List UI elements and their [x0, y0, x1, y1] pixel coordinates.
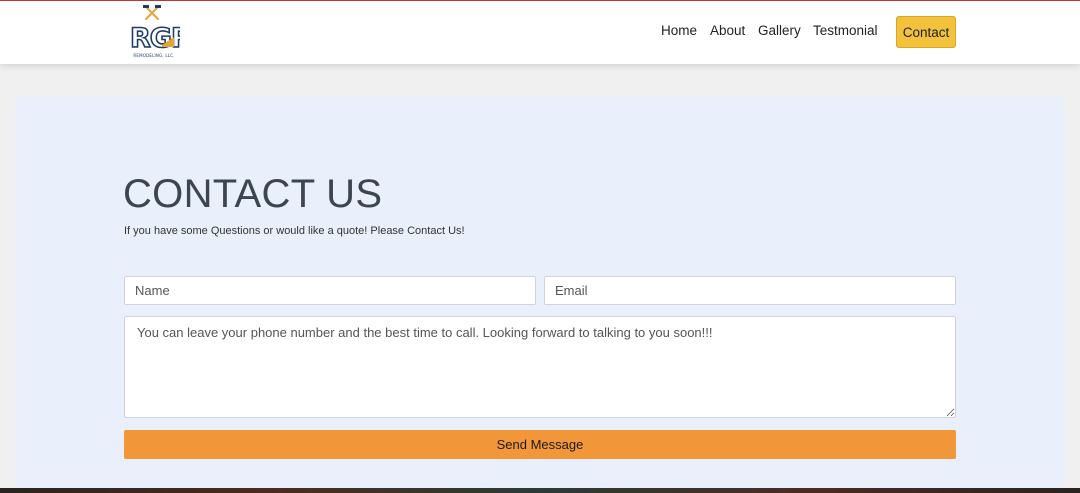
name-field[interactable] [124, 276, 536, 305]
navbar: RGR REMODELING, LLC. Home About Gallery … [0, 1, 1080, 64]
send-message-button[interactable]: Send Message [124, 430, 956, 459]
page-subtitle: If you have some Questions or would like… [124, 225, 465, 237]
page-title: CONTACT US [123, 172, 383, 216]
nav-contact-button[interactable]: Contact [896, 16, 956, 48]
nav-home[interactable]: Home [661, 23, 697, 38]
nav-testimonial[interactable]: Testmonial [813, 23, 878, 38]
nav-about[interactable]: About [710, 23, 745, 38]
footer-image-strip [0, 488, 1080, 493]
logo-subtext: REMODELING, LLC. [133, 53, 175, 58]
nav-gallery[interactable]: Gallery [758, 23, 801, 38]
email-field[interactable] [544, 276, 956, 305]
message-field[interactable] [124, 316, 956, 418]
